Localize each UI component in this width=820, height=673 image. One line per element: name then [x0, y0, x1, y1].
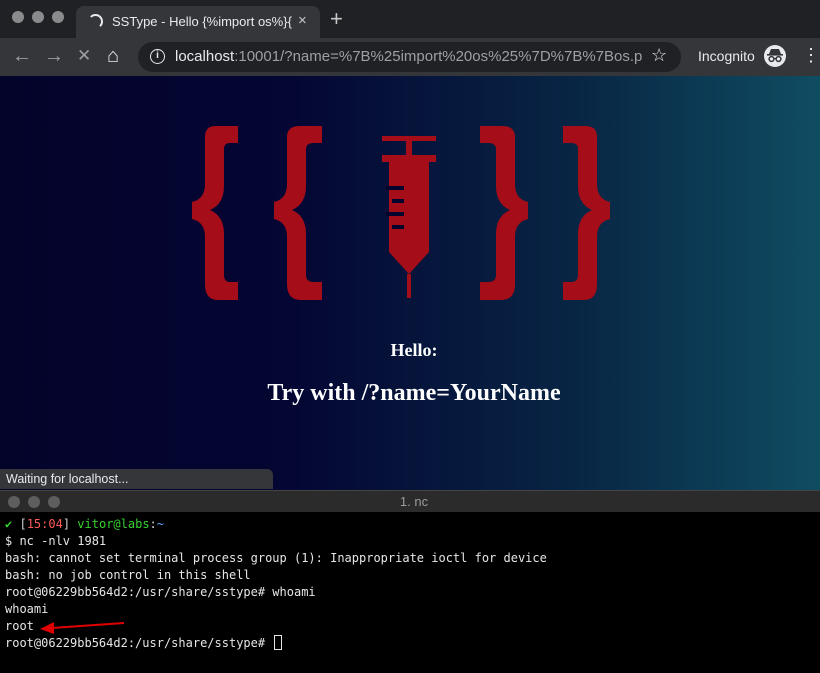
address-bar[interactable]: i localhost:10001/?name=%7B%25import%20o…: [138, 42, 681, 72]
prompt-user: vitor@labs: [77, 517, 150, 531]
browser-toolbar: ← → ✕ ⌂ i localhost:10001/?name=%7B%25im…: [0, 38, 820, 76]
terminal-cursor: [274, 635, 283, 650]
window-zoom-button[interactable]: [52, 11, 64, 23]
terminal-line: root@06229bb564d2:/usr/share/sstype# who…: [5, 585, 316, 599]
tab-close-icon[interactable]: ×: [298, 12, 307, 29]
incognito-label: Incognito: [698, 48, 755, 64]
browser-tab-bar: SSType - Hello {%import os%}{ × +: [0, 0, 820, 38]
active-tab[interactable]: SSType - Hello {%import os%}{ ×: [76, 6, 320, 38]
terminal-line: whoami: [5, 602, 49, 616]
terminal-title: 1. nc: [399, 494, 429, 509]
tab-title: SSType - Hello {%import os%}{: [112, 14, 292, 29]
terminal-line: bash: no job control in this shell: [5, 568, 251, 582]
loading-status-bar: Waiting for localhost...: [0, 469, 273, 489]
web-page: Hello: Try with /?name=YourName Waiting …: [0, 76, 820, 490]
url-path: :10001/?name=%7B%25import%20os%25%7D%7B%…: [234, 48, 643, 65]
url-host: localhost: [175, 48, 235, 65]
prompt-time: 15:04: [26, 517, 63, 531]
terminal-title-bar: 1. nc: [0, 490, 820, 512]
terminal-line: bash: cannot set terminal process group …: [5, 551, 547, 565]
incognito-icon[interactable]: [764, 45, 786, 67]
browser-menu-icon[interactable]: ⋮: [802, 44, 820, 66]
sstype-logo: [190, 124, 626, 307]
new-tab-button[interactable]: +: [330, 6, 343, 32]
forward-button[interactable]: →: [44, 45, 64, 67]
red-arrow-annotation: [40, 622, 125, 634]
window-minimize-button[interactable]: [32, 11, 44, 23]
site-info-icon[interactable]: i: [150, 49, 165, 64]
stop-button[interactable]: ✕: [77, 45, 91, 67]
home-button[interactable]: ⌂: [107, 45, 119, 67]
prompt-cwd: ~: [156, 517, 165, 531]
url-text[interactable]: localhost:10001/?name=%7B%25import%20os%…: [175, 48, 643, 65]
usage-hint-heading: Try with /?name=YourName: [267, 380, 561, 406]
window-close-button[interactable]: [12, 11, 24, 23]
terminal-input-line[interactable]: root@06229bb564d2:/usr/share/sstype#: [5, 635, 815, 652]
back-button[interactable]: ←: [12, 45, 32, 67]
terminal-prompt-line: ✔ [15:04] vitor@labs:~: [5, 517, 165, 531]
terminal-prompt: root@06229bb564d2:/usr/share/sstype#: [5, 636, 273, 650]
bookmark-star-icon[interactable]: ☆: [651, 45, 667, 66]
terminal-line: $ nc -nlv 1981: [5, 534, 107, 548]
loading-spinner-icon: [88, 14, 103, 29]
terminal-output[interactable]: ✔ [15:04] vitor@labs:~ $ nc -nlv 1981 ba…: [0, 512, 820, 673]
check-icon: ✔: [5, 517, 13, 531]
hello-heading: Hello:: [390, 340, 438, 360]
